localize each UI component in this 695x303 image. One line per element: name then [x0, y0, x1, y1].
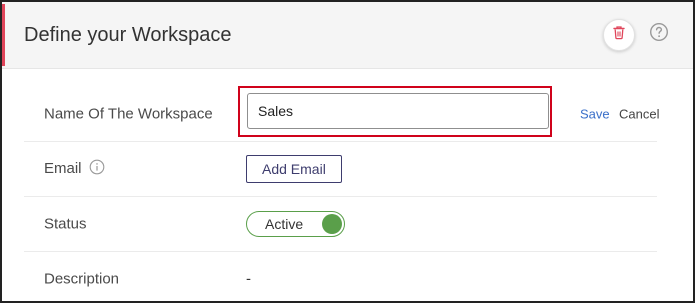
status-toggle-label: Active	[265, 215, 304, 232]
description-row: Description -	[24, 251, 657, 301]
description-value[interactable]: -	[246, 270, 251, 287]
name-value-area: Save Cancel	[238, 2, 659, 141]
status-value-area: Active	[244, 196, 657, 251]
workspace-name-input[interactable]	[247, 93, 549, 129]
description-label-text: Description	[44, 270, 120, 287]
status-row: Status Active	[24, 196, 657, 252]
page-title: Define your Workspace	[24, 24, 232, 46]
email-label: Email	[44, 159, 105, 179]
status-toggle-knob	[322, 213, 342, 234]
description-value-area: -	[244, 251, 657, 301]
name-label-text: Name Of The Workspace	[44, 105, 213, 122]
email-value-area: Add Email	[244, 141, 657, 196]
info-icon[interactable]	[89, 159, 105, 179]
email-label-text: Email	[44, 160, 82, 177]
status-label-text: Status	[44, 215, 87, 232]
name-label: Name Of The Workspace	[44, 105, 213, 122]
name-row: Name Of The Workspace Save Cancel	[24, 86, 659, 142]
status-toggle[interactable]: Active	[246, 210, 345, 237]
save-link[interactable]: Save	[580, 106, 610, 121]
description-label: Description	[44, 270, 119, 287]
email-row: Email Add Email	[24, 141, 657, 197]
cancel-link[interactable]: Cancel	[619, 106, 659, 121]
workspace-panel: Define your Workspace Name Of The Worksp…	[0, 0, 695, 303]
header-accent-bar	[2, 4, 5, 66]
add-email-button[interactable]: Add Email	[246, 154, 342, 183]
status-label: Status	[44, 215, 87, 232]
